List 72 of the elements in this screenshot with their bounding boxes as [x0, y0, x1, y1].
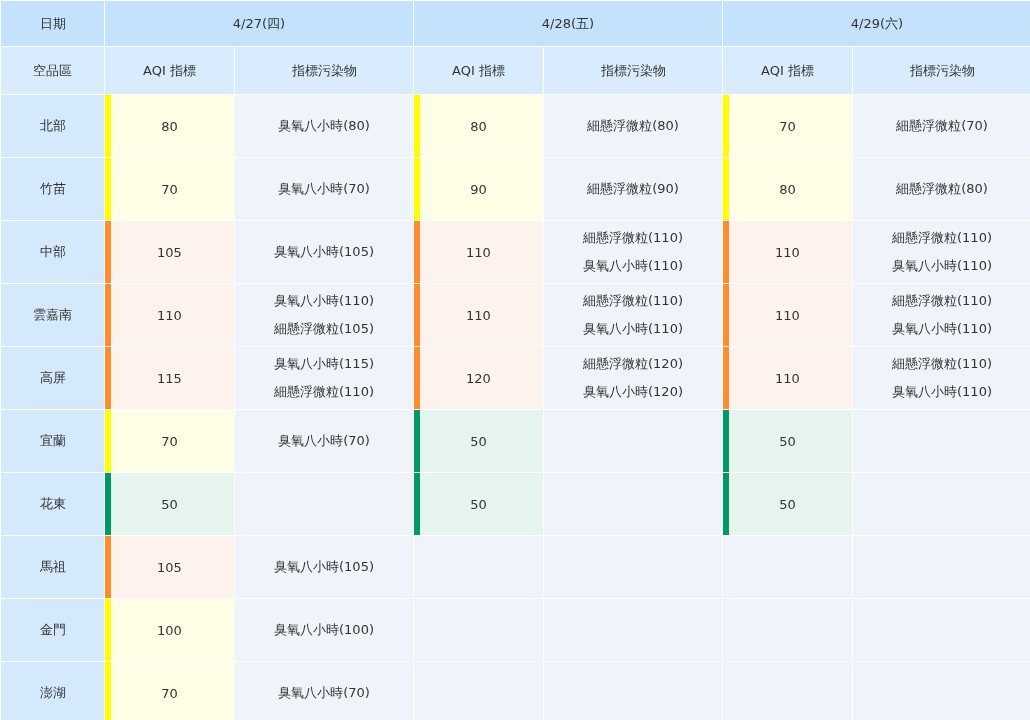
region-cell: 澎湖: [0, 661, 105, 720]
region-cell: 馬祖: [0, 535, 105, 599]
pollutant-text: 細懸浮微粒(110): [582, 292, 684, 310]
header-cell: 指標污染物: [234, 46, 414, 95]
pollutant-text: 細懸浮微粒(110): [582, 229, 684, 247]
aqi-value: 90: [469, 180, 488, 199]
region-cell: 竹苗: [0, 157, 105, 221]
pollutant-text: 臭氧八小時(110): [582, 257, 684, 275]
pollutant-text: 細懸浮微粒(80): [895, 180, 989, 198]
aqi-value: 50: [160, 495, 179, 514]
pollutant-text: 細懸浮微粒(110): [273, 383, 375, 401]
pollutant-text: 細懸浮微粒(120): [582, 355, 684, 373]
date-header: 4/27(四): [104, 0, 414, 47]
region-cell: 雲嘉南: [0, 283, 105, 347]
date-header: 4/29(六): [722, 0, 1030, 47]
aqi-value: 70: [160, 432, 179, 451]
region-cell: 高屏: [0, 346, 105, 410]
pollutant-text: 臭氧八小時(105): [273, 243, 375, 261]
pollutant-text: 臭氧八小時(110): [582, 320, 684, 338]
pollutant-text: 臭氧八小時(110): [891, 320, 993, 338]
region-cell: 中部: [0, 220, 105, 284]
aqi-value: 110: [465, 243, 492, 262]
pollutant-text: 細懸浮微粒(110): [891, 292, 993, 310]
aqi-value: 70: [778, 117, 797, 136]
pollutant-text: 細懸浮微粒(70): [895, 117, 989, 135]
aqi-value: 80: [469, 117, 488, 136]
pollutant-text: 臭氧八小時(100): [273, 621, 375, 639]
aqi-value: 50: [778, 432, 797, 451]
pollutant-text: 細懸浮微粒(110): [891, 229, 993, 247]
aqi-value: 80: [160, 117, 179, 136]
pollutant-text: 臭氧八小時(80): [277, 117, 371, 135]
aqi-value: 110: [774, 306, 801, 325]
pollutant-text: 臭氧八小時(110): [891, 383, 993, 401]
header-cell: 日期: [0, 0, 105, 47]
aqi-value: 70: [160, 684, 179, 703]
pollutant-text: 臭氧八小時(110): [273, 292, 375, 310]
header-cell: 指標污染物: [543, 46, 723, 95]
aqi-value: 100: [156, 621, 183, 640]
header-cell: 空品區: [0, 46, 105, 95]
pollutant-text: 臭氧八小時(105): [273, 558, 375, 576]
aqi-value: 110: [156, 306, 183, 325]
pollutant-text: 臭氧八小時(70): [277, 432, 371, 450]
aqi-value: 50: [469, 432, 488, 451]
region-cell: 金門: [0, 598, 105, 662]
pollutant-text: 臭氧八小時(70): [277, 684, 371, 702]
aqi-value: 110: [465, 306, 492, 325]
pollutant-text: 臭氧八小時(120): [582, 383, 684, 401]
header-cell: AQI 指標: [413, 46, 544, 95]
aqi-value: 120: [465, 369, 492, 388]
pollutant-text: 臭氧八小時(115): [273, 355, 375, 373]
pollutant-text: 臭氧八小時(70): [277, 180, 371, 198]
pollutant-text: 細懸浮微粒(110): [891, 355, 993, 373]
region-cell: 花東: [0, 472, 105, 536]
pollutant-text: 細懸浮微粒(90): [586, 180, 680, 198]
pollutant-text: 臭氧八小時(110): [891, 257, 993, 275]
region-cell: 北部: [0, 94, 105, 158]
header-cell: AQI 指標: [104, 46, 235, 95]
pollutant-text: 細懸浮微粒(105): [273, 320, 375, 338]
date-header: 4/28(五): [413, 0, 723, 47]
aqi-value: 70: [160, 180, 179, 199]
aqi-value: 50: [778, 495, 797, 514]
aqi-value: 50: [469, 495, 488, 514]
region-cell: 宜蘭: [0, 409, 105, 473]
aqi-value: 105: [156, 558, 183, 577]
header-cell: 指標污染物: [852, 46, 1030, 95]
header-cell: AQI 指標: [722, 46, 853, 95]
aqi-value: 110: [774, 369, 801, 388]
aqi-value: 110: [774, 243, 801, 262]
pollutant-text: 細懸浮微粒(80): [586, 117, 680, 135]
aqi-value: 115: [156, 369, 183, 388]
aqi-value: 80: [778, 180, 797, 199]
aqi-value: 105: [156, 243, 183, 262]
